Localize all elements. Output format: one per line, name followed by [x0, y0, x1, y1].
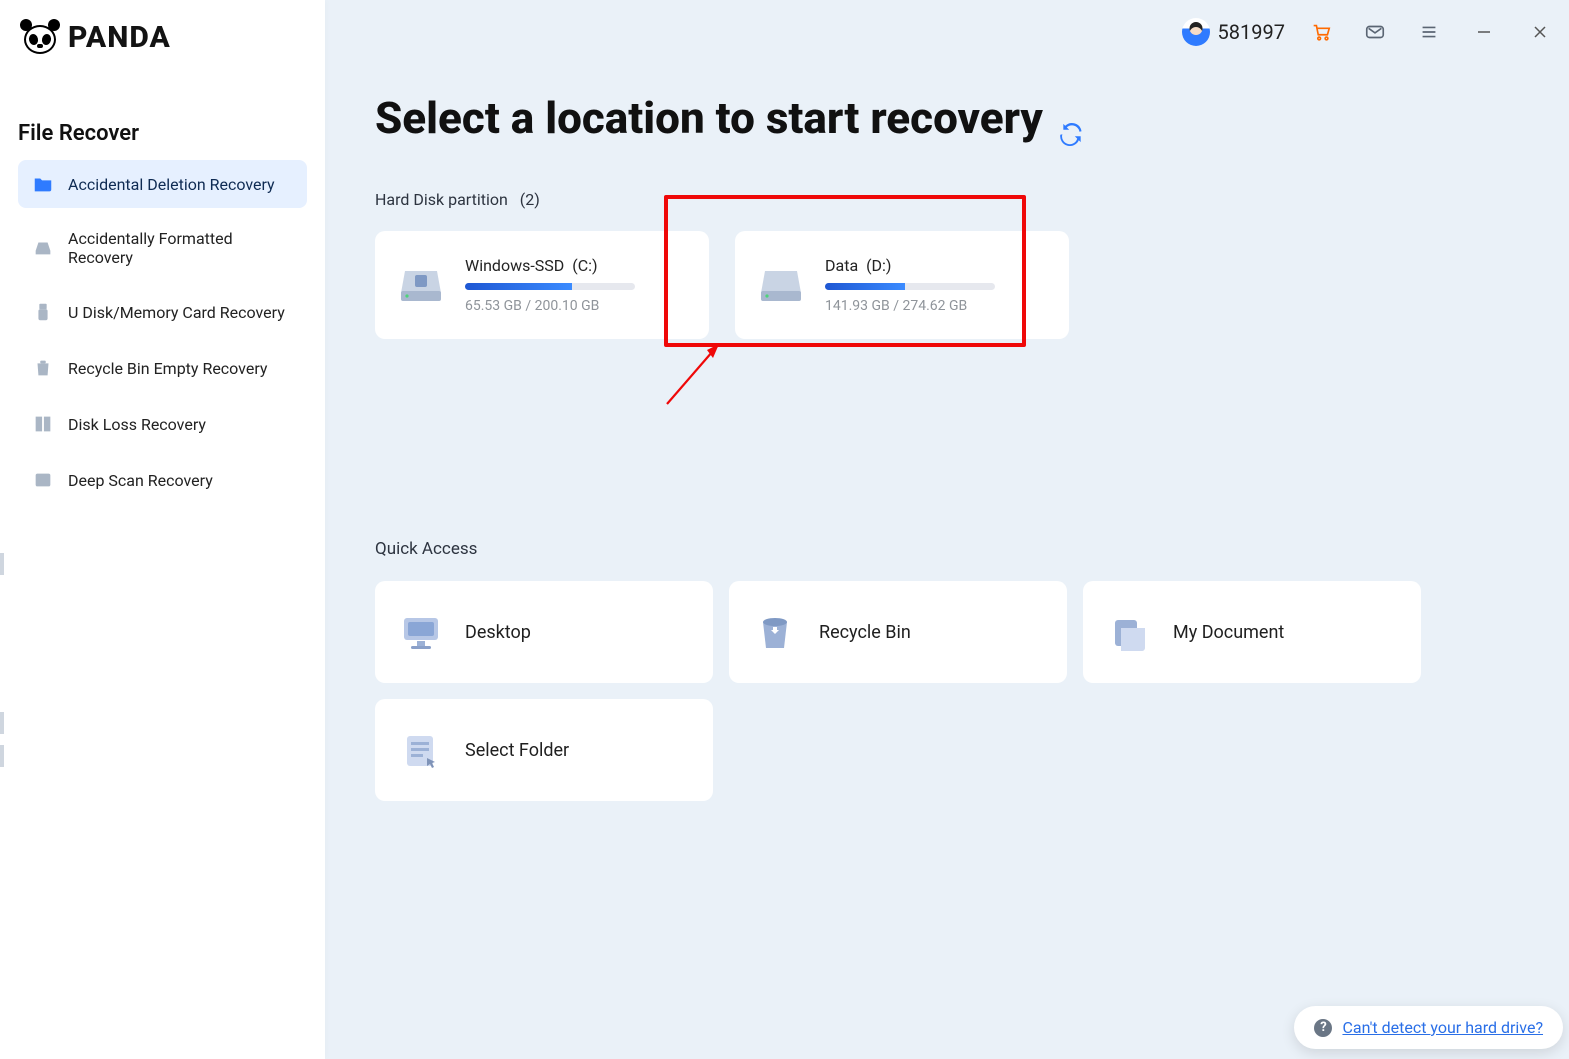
panda-logo-icon [22, 22, 58, 54]
quick-card-label: Desktop [465, 622, 531, 643]
refresh-icon [1059, 120, 1085, 146]
sidebar-item-label: Accidentally Formatted Recovery [68, 229, 293, 267]
cart-button[interactable] [1303, 14, 1339, 50]
partition-card-d[interactable]: Data (D:) 141.93 GB / 274.62 GB [735, 231, 1069, 339]
brand-name: PANDA [68, 20, 171, 55]
sidebar-item-label: Accidental Deletion Recovery [68, 175, 275, 194]
help-pill[interactable]: ? Can't detect your hard drive? [1294, 1006, 1563, 1049]
sidebar-item-disk-loss[interactable]: Disk Loss Recovery [18, 400, 307, 448]
sidebar-item-label: Deep Scan Recovery [68, 471, 213, 490]
user-account[interactable]: 581997 [1182, 18, 1285, 46]
menu-button[interactable] [1411, 14, 1447, 50]
help-link[interactable]: Can't detect your hard drive? [1342, 1018, 1543, 1037]
quick-card-select-folder[interactable]: Select Folder [375, 699, 713, 801]
sidebar-item-accidental-deletion[interactable]: Accidental Deletion Recovery [18, 160, 307, 208]
close-icon [1533, 25, 1547, 39]
drive-icon [32, 237, 54, 259]
quick-card-my-document[interactable]: My Document [1083, 581, 1421, 683]
page-title: Select a location to start recovery [375, 92, 1043, 144]
cart-icon [1310, 21, 1332, 43]
quick-access-grid: Desktop Recycle Bin My Document Select F… [375, 581, 1529, 801]
trash-icon [32, 357, 54, 379]
sidebar-item-label: Disk Loss Recovery [68, 415, 206, 434]
sidebar-item-deep-scan[interactable]: Deep Scan Recovery [18, 456, 307, 504]
hdd-icon [757, 261, 805, 309]
inbox-button[interactable] [1357, 14, 1393, 50]
sidebar-item-formatted[interactable]: Accidentally Formatted Recovery [18, 216, 307, 280]
scan-icon [32, 469, 54, 491]
hdd-section-count: (2) [520, 190, 540, 209]
hdd-section-header: Hard Disk partition (2) [375, 190, 1529, 209]
edge-mark [0, 745, 4, 767]
folder-icon [32, 173, 54, 195]
hdd-icon [397, 261, 445, 309]
quick-card-desktop[interactable]: Desktop [375, 581, 713, 683]
hamburger-icon [1418, 21, 1440, 43]
main-content: Select a location to start recovery Hard… [375, 92, 1529, 801]
partition-name: Data (D:) [825, 256, 1047, 275]
sidebar-section-title: File Recover [0, 61, 325, 160]
annotation-arrow-icon [661, 332, 741, 410]
edge-mark [0, 553, 4, 575]
sidebar-item-usb[interactable]: U Disk/Memory Card Recovery [18, 288, 307, 336]
mail-icon [1364, 21, 1386, 43]
quick-access-title: Quick Access [375, 539, 1529, 559]
hdd-section-label: Hard Disk partition [375, 190, 508, 209]
partition-usage-bar [825, 283, 995, 290]
usb-icon [32, 301, 54, 323]
recycle-bin-icon [753, 610, 797, 654]
topbar: 581997 [1182, 14, 1559, 50]
document-folder-icon [1107, 610, 1151, 654]
user-id: 581997 [1218, 20, 1285, 44]
window-minimize-button[interactable] [1465, 17, 1503, 47]
partitions-row: Windows-SSD (C:) 65.53 GB / 200.10 GB Da… [375, 231, 1529, 339]
book-icon [32, 413, 54, 435]
edge-mark [0, 712, 4, 734]
minimize-icon [1477, 25, 1491, 39]
partition-usage-fill [825, 283, 905, 290]
quick-card-label: Recycle Bin [819, 622, 911, 643]
help-icon: ? [1314, 1019, 1332, 1037]
quick-card-label: Select Folder [465, 740, 569, 761]
partition-usage-bar [465, 283, 635, 290]
partition-name: Windows-SSD (C:) [465, 256, 687, 275]
window-close-button[interactable] [1521, 17, 1559, 47]
sidebar-item-recycle-bin[interactable]: Recycle Bin Empty Recovery [18, 344, 307, 392]
partition-card-c[interactable]: Windows-SSD (C:) 65.53 GB / 200.10 GB [375, 231, 709, 339]
avatar-icon [1182, 18, 1210, 46]
sidebar-nav: Accidental Deletion Recovery Accidentall… [0, 160, 325, 504]
brand: PANDA [0, 0, 325, 61]
partition-usage-fill [465, 283, 572, 290]
sidebar: PANDA File Recover Accidental Deletion R… [0, 0, 325, 1059]
partition-info: Windows-SSD (C:) 65.53 GB / 200.10 GB [465, 256, 687, 314]
quick-card-label: My Document [1173, 622, 1284, 643]
page-title-row: Select a location to start recovery [375, 92, 1529, 144]
select-folder-icon [399, 728, 443, 772]
sidebar-item-label: Recycle Bin Empty Recovery [68, 359, 267, 378]
monitor-icon [399, 610, 443, 654]
quick-card-recycle-bin[interactable]: Recycle Bin [729, 581, 1067, 683]
sidebar-item-label: U Disk/Memory Card Recovery [68, 303, 285, 322]
partition-size: 141.93 GB / 274.62 GB [825, 298, 1047, 314]
refresh-button[interactable] [1059, 105, 1085, 131]
partition-size: 65.53 GB / 200.10 GB [465, 298, 687, 314]
partition-info: Data (D:) 141.93 GB / 274.62 GB [825, 256, 1047, 314]
